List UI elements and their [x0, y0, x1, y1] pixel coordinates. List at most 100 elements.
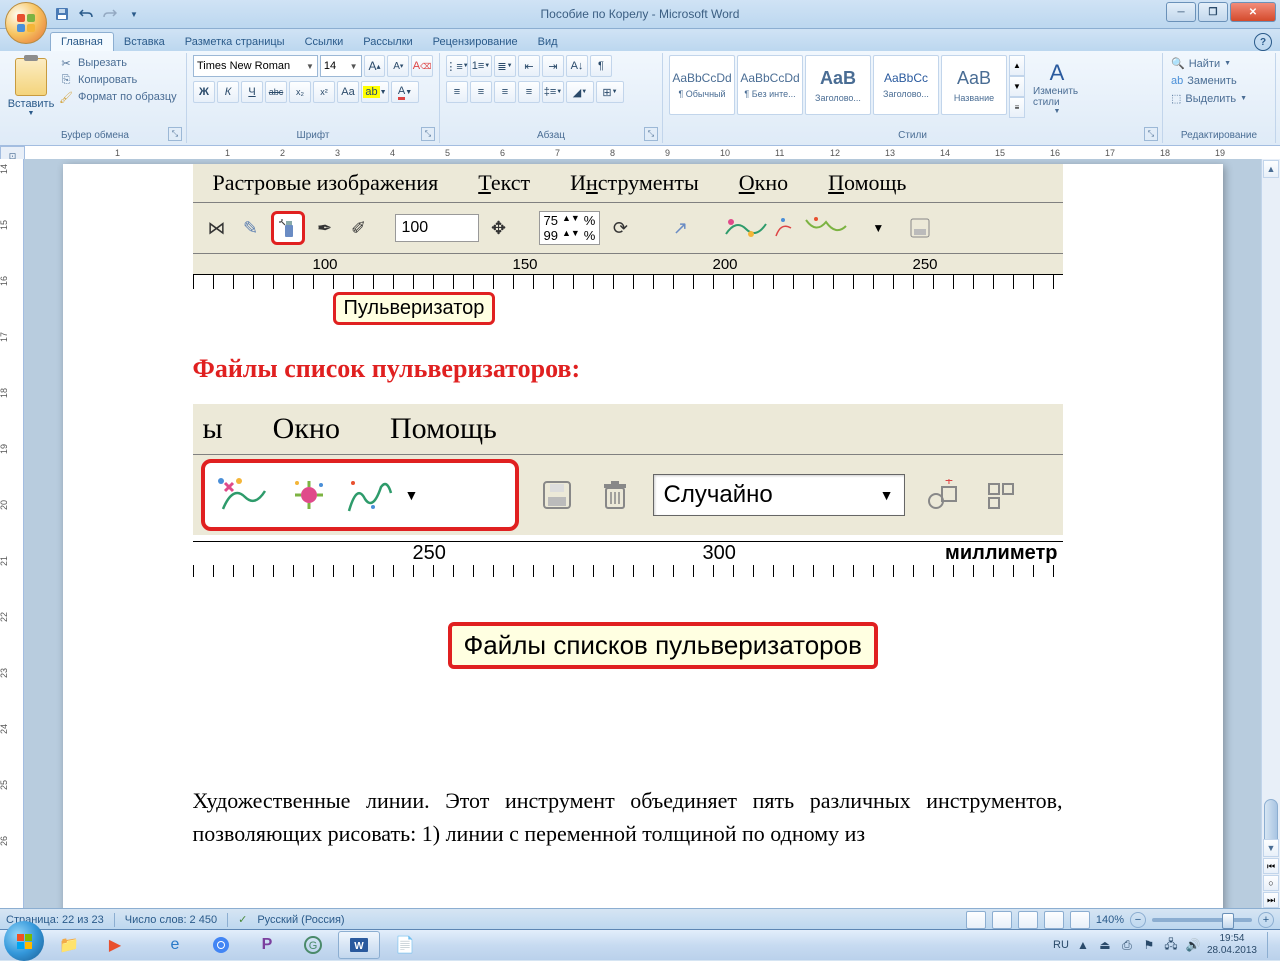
strike-button[interactable]: abc [265, 81, 287, 103]
format-painter-button[interactable]: 🖌Формат по образцу [56, 89, 179, 105]
sort-button[interactable]: A↓ [566, 55, 588, 77]
font-size-select[interactable]: 14▼ [320, 55, 362, 77]
shading-button[interactable]: ◢▼ [566, 81, 594, 103]
tab-view[interactable]: Вид [528, 33, 568, 51]
clipboard-launcher[interactable]: ⤡ [168, 127, 182, 141]
tray-printer-icon[interactable]: ⎙ [1119, 937, 1135, 953]
indent-dec-button[interactable]: ⇤ [518, 55, 540, 77]
taskbar-chrome[interactable] [200, 931, 242, 959]
zoom-slider[interactable] [1152, 918, 1252, 922]
change-case-button[interactable]: Aa [337, 81, 359, 103]
shrink-font-button[interactable]: A▾ [387, 55, 409, 77]
numbering-button[interactable]: 1≡▼ [470, 55, 492, 77]
tab-layout[interactable]: Разметка страницы [175, 33, 295, 51]
taskbar-explorer[interactable]: 📁 [48, 931, 90, 959]
view-web-layout[interactable] [1018, 911, 1038, 929]
view-outline[interactable] [1044, 911, 1064, 929]
taskbar-word[interactable]: W [338, 931, 380, 959]
align-right-button[interactable]: ≡ [494, 81, 516, 103]
scroll-down-icon[interactable]: ▼ [1263, 839, 1279, 857]
close-button[interactable]: ✕ [1230, 2, 1276, 22]
zoom-level[interactable]: 140% [1096, 914, 1124, 926]
status-words[interactable]: Число слов: 2 450 [125, 914, 217, 926]
styles-launcher[interactable]: ⤡ [1144, 127, 1158, 141]
scroll-up-icon[interactable]: ▲ [1263, 160, 1279, 178]
styles-down[interactable]: ▼ [1009, 76, 1025, 97]
office-button[interactable] [5, 2, 47, 44]
bold-button[interactable]: Ж [193, 81, 215, 103]
italic-button[interactable]: К [217, 81, 239, 103]
tab-review[interactable]: Рецензирование [423, 33, 528, 51]
taskbar-media[interactable]: ▶ [94, 931, 136, 959]
taskbar-app2[interactable]: G [292, 931, 334, 959]
styles-more[interactable]: ≡ [1009, 97, 1025, 118]
paste-button[interactable]: Вставить ▼ [10, 53, 52, 121]
vertical-scrollbar[interactable]: ▲ ▼ ⏮ ○ ⏭ [1261, 159, 1280, 909]
spellcheck-icon[interactable]: ✓ [238, 913, 247, 926]
indent-inc-button[interactable]: ⇥ [542, 55, 564, 77]
tray-flag-icon[interactable]: ⚑ [1141, 937, 1157, 953]
subscript-button[interactable]: x₂ [289, 81, 311, 103]
underline-button[interactable]: Ч [241, 81, 263, 103]
tray-volume-icon[interactable]: 🔊 [1185, 937, 1201, 953]
tray-lang[interactable]: RU [1053, 939, 1069, 951]
align-left-button[interactable]: ≡ [446, 81, 468, 103]
styles-up[interactable]: ▲ [1009, 55, 1025, 76]
maximize-button[interactable]: ❐ [1198, 2, 1228, 22]
minimize-button[interactable]: ─ [1166, 2, 1196, 22]
align-center-button[interactable]: ≡ [470, 81, 492, 103]
tray-clock[interactable]: 19:5428.04.2013 [1207, 933, 1257, 957]
clear-format-button[interactable]: A⌫ [411, 55, 433, 77]
status-language[interactable]: Русский (Россия) [257, 914, 344, 926]
replace-button[interactable]: abЗаменить [1169, 73, 1269, 89]
change-styles-button[interactable]: AИзменить стили▼ [1033, 55, 1081, 119]
tray-up-icon[interactable]: ▲ [1075, 937, 1091, 953]
tray-safe-remove-icon[interactable]: ⏏ [1097, 937, 1113, 953]
zoom-in-button[interactable]: + [1258, 912, 1274, 928]
tab-home[interactable]: Главная [50, 32, 114, 51]
browse-object-button[interactable]: ○ [1263, 875, 1279, 891]
find-button[interactable]: 🔍Найти▼ [1169, 55, 1269, 72]
style-item-1[interactable]: AaBbCcDd¶ Без инте... [737, 55, 803, 115]
qat-dropdown-icon[interactable]: ▼ [124, 4, 144, 24]
style-item-0[interactable]: AaBbCcDd¶ Обычный [669, 55, 735, 115]
justify-button[interactable]: ≡ [518, 81, 540, 103]
font-name-select[interactable]: Times New Roman▼ [193, 55, 318, 77]
save-icon[interactable] [52, 4, 72, 24]
tab-references[interactable]: Ссылки [295, 33, 354, 51]
view-full-screen[interactable] [992, 911, 1012, 929]
show-marks-button[interactable]: ¶ [590, 55, 612, 77]
taskbar-app3[interactable]: 📄 [384, 931, 426, 959]
page-viewport[interactable]: Растровые изображения Текст Инструменты … [24, 159, 1261, 909]
view-draft[interactable] [1070, 911, 1090, 929]
cut-button[interactable]: ✂Вырезать [56, 55, 179, 71]
line-spacing-button[interactable]: ‡≡▼ [542, 81, 564, 103]
highlight-button[interactable]: ab▼ [361, 81, 389, 103]
grow-font-button[interactable]: A▴ [364, 55, 386, 77]
show-desktop-button[interactable] [1267, 932, 1276, 958]
style-item-4[interactable]: AaBНазвание [941, 55, 1007, 115]
next-page-button[interactable]: ⏭ [1263, 892, 1279, 908]
copy-button[interactable]: ⎘Копировать [56, 72, 179, 88]
tab-mailings[interactable]: Рассылки [353, 33, 422, 51]
vertical-ruler[interactable]: 14151617181920212223242526 [0, 159, 24, 909]
font-launcher[interactable]: ⤡ [421, 127, 435, 141]
borders-button[interactable]: ⊞▼ [596, 81, 624, 103]
undo-icon[interactable] [76, 4, 96, 24]
paragraph-launcher[interactable]: ⤡ [644, 127, 658, 141]
tab-insert[interactable]: Вставка [114, 33, 175, 51]
taskbar-ie[interactable]: e [154, 931, 196, 959]
zoom-out-button[interactable]: − [1130, 912, 1146, 928]
select-button[interactable]: ⬚Выделить▼ [1169, 90, 1269, 107]
style-item-3[interactable]: AaBbCcЗаголово... [873, 55, 939, 115]
redo-icon[interactable] [100, 4, 120, 24]
style-item-2[interactable]: AaBЗаголово... [805, 55, 871, 115]
superscript-button[interactable]: x² [313, 81, 335, 103]
zoom-thumb[interactable] [1222, 913, 1234, 929]
font-color-button[interactable]: A▼ [391, 81, 419, 103]
start-button[interactable] [4, 921, 44, 961]
multilevel-button[interactable]: ≣▼ [494, 55, 516, 77]
tray-network-icon[interactable]: 🖧 [1163, 937, 1179, 953]
view-print-layout[interactable] [966, 911, 986, 929]
help-button[interactable]: ? [1254, 33, 1272, 51]
